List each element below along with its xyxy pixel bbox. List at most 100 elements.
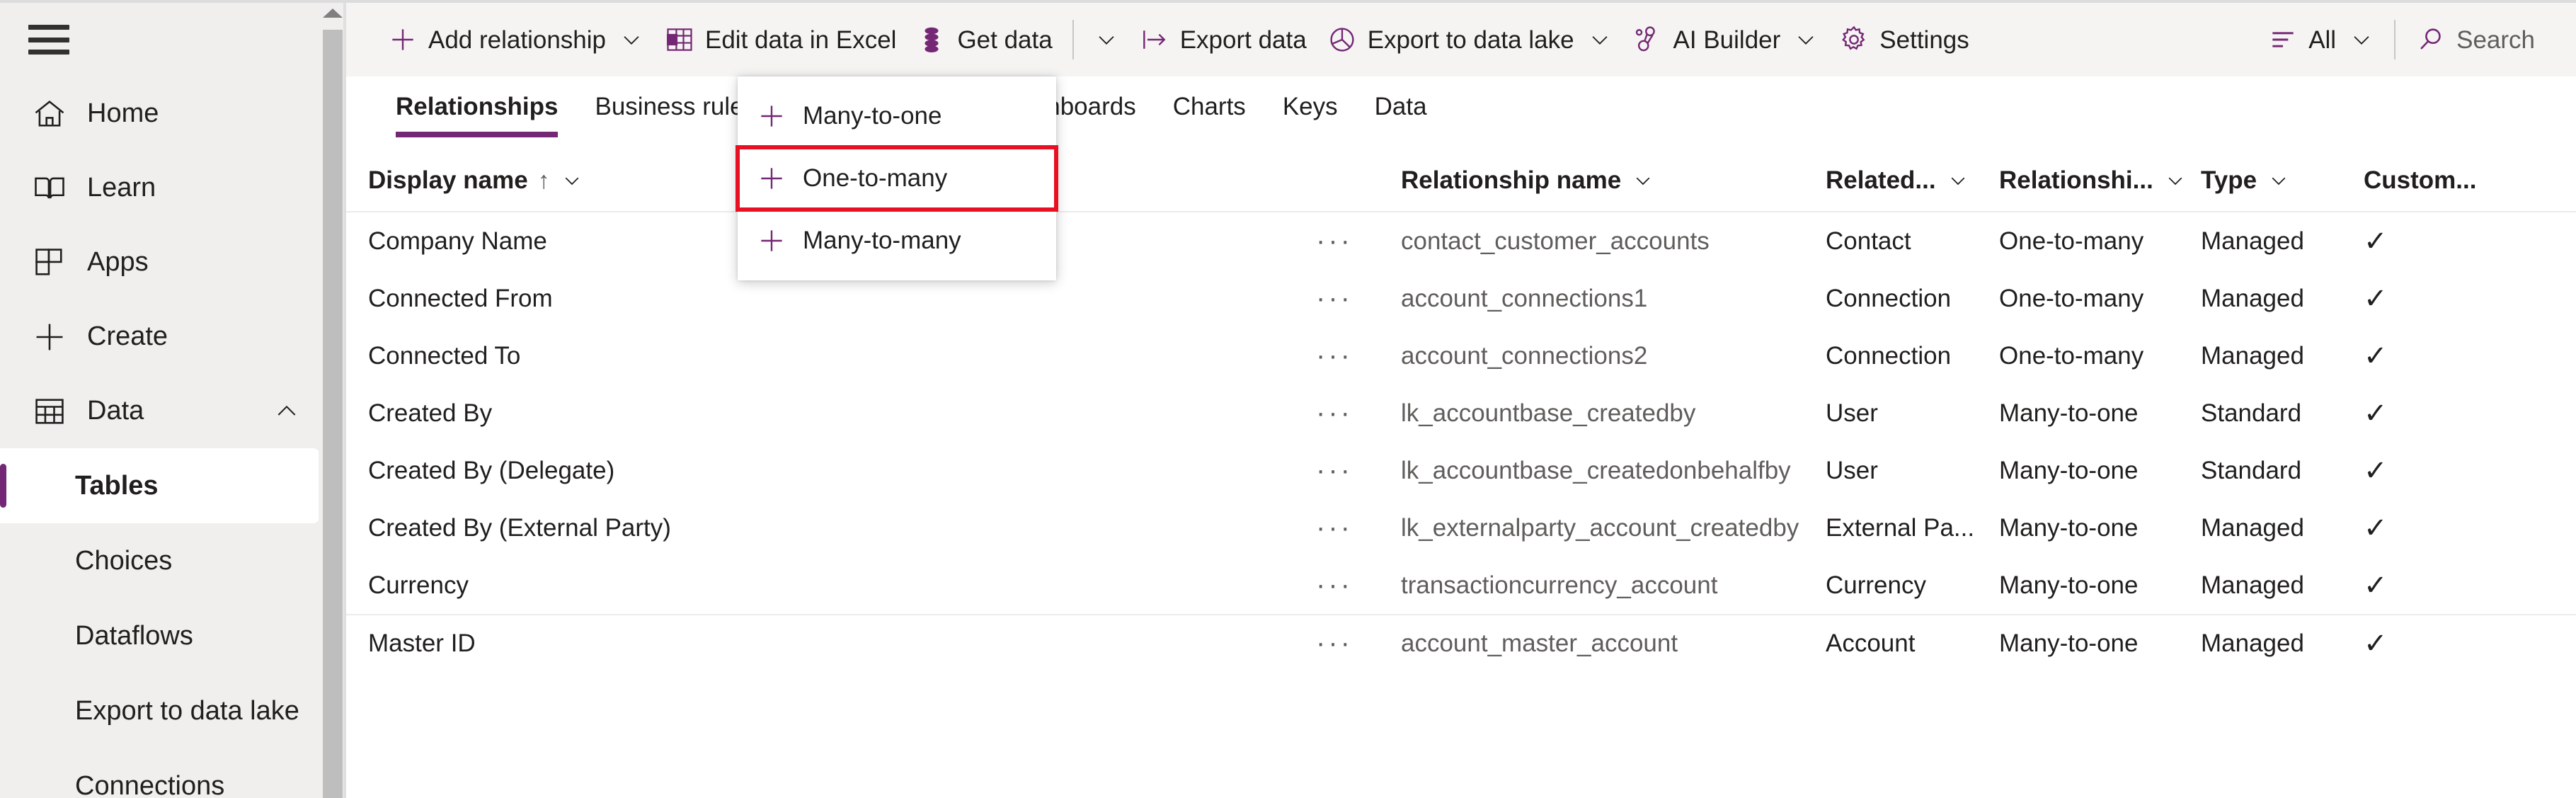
sidebar-item-learn[interactable]: Learn: [0, 151, 346, 225]
cell-relationship-type: Many-to-one: [1999, 571, 2139, 599]
column-header-label: Related...: [1826, 166, 1936, 194]
sidebar-item-label: Apps: [87, 247, 149, 277]
chevron-down-icon[interactable]: [1632, 170, 1654, 191]
column-header-custom[interactable]: Custom...: [2364, 166, 2505, 195]
add-relationship-button[interactable]: Add relationship: [377, 3, 654, 76]
grid-header-row: Display name ↑ Relationship name Related…: [346, 150, 2576, 212]
sidebar-scrollbar[interactable]: [319, 3, 346, 798]
row-overflow-menu-icon[interactable]: ···: [1316, 569, 1401, 601]
command-bar: Add relationship X Edit data in Excel Ge…: [346, 3, 2576, 76]
command-label: Export to data lake: [1367, 25, 1574, 54]
sidebar-item-connections[interactable]: Connections: [0, 748, 346, 798]
chevron-down-icon[interactable]: [619, 27, 644, 52]
row-overflow-menu-icon[interactable]: ···: [1316, 455, 1401, 486]
tab-data[interactable]: Data: [1356, 76, 1446, 137]
menu-item-one-to-many[interactable]: One-to-many: [735, 145, 1058, 212]
command-label: AI Builder: [1673, 25, 1781, 54]
sidebar-item-data[interactable]: Data: [0, 374, 346, 448]
get-data-button[interactable]: Get data: [906, 3, 1062, 76]
cell-relationship-name: account_connections1: [1401, 284, 1648, 312]
column-header-relationship-type[interactable]: Relationshi...: [1999, 166, 2201, 195]
settings-button[interactable]: Settings: [1828, 3, 1979, 76]
table-row[interactable]: Created By (Delegate) ··· lk_accountbase…: [346, 442, 2576, 499]
table-row[interactable]: Currency ··· transactioncurrency_account…: [346, 557, 2576, 614]
tab-relationships[interactable]: Relationships: [377, 76, 576, 137]
cell-type: Managed: [2201, 571, 2304, 599]
cell-related: Connection: [1826, 341, 1952, 370]
scroll-up-arrow-icon[interactable]: [322, 8, 343, 18]
menu-item-many-to-many[interactable]: Many-to-many: [738, 210, 1056, 272]
command-separator: [2394, 20, 2396, 59]
sidebar-item-label: Dataflows: [75, 620, 193, 651]
table-row[interactable]: Connected To ··· account_connections2 Co…: [346, 327, 2576, 384]
chevron-down-icon[interactable]: [2349, 27, 2374, 52]
command-label: Add relationship: [428, 25, 606, 54]
gear-icon: [1838, 24, 1870, 55]
sidebar-item-choices[interactable]: Choices: [0, 523, 346, 598]
sidebar-item-tables[interactable]: Tables: [0, 448, 320, 523]
sidebar-item-label: Learn: [87, 173, 156, 203]
table-row[interactable]: Created By (External Party) ··· lk_exter…: [346, 499, 2576, 557]
cell-type: Managed: [2201, 513, 2304, 542]
cell-custom-check-icon: ✓: [2364, 283, 2388, 314]
sidebar-item-dataflows[interactable]: Dataflows: [0, 598, 346, 673]
column-header-relationship-name[interactable]: Relationship name: [1401, 166, 1826, 195]
sidebar-item-apps[interactable]: Apps: [0, 225, 346, 300]
row-overflow-menu-icon[interactable]: ···: [1316, 397, 1401, 429]
sidebar-item-export-to-data-lake[interactable]: Export to data lake: [0, 673, 346, 748]
export-to-data-lake-button[interactable]: Export to data lake: [1317, 3, 1622, 76]
chevron-down-icon[interactable]: [1587, 27, 1613, 52]
tab-charts[interactable]: Charts: [1155, 76, 1264, 137]
chevron-down-icon[interactable]: [561, 170, 583, 191]
cell-custom-check-icon: ✓: [2364, 627, 2388, 659]
sidebar-nav-list: Home Learn Apps Create Data Tables Choic…: [0, 76, 346, 798]
column-header-type[interactable]: Type: [2201, 166, 2364, 195]
sidebar-item-label: Choices: [75, 545, 173, 576]
column-header-label: Type: [2201, 166, 2257, 194]
cell-related: User: [1826, 456, 1878, 484]
row-overflow-menu-icon[interactable]: ···: [1316, 512, 1401, 544]
chevron-down-icon[interactable]: [2268, 170, 2289, 191]
table-row[interactable]: Company Name ··· contact_customer_accoun…: [346, 212, 2576, 270]
sidebar-item-home[interactable]: Home: [0, 76, 346, 151]
search-placeholder: Search: [2456, 25, 2535, 54]
get-data-overflow-chevron[interactable]: [1084, 3, 1129, 76]
command-label: Settings: [1879, 25, 1969, 54]
scrollbar-thumb[interactable]: [323, 30, 343, 798]
row-overflow-menu-icon[interactable]: ···: [1316, 340, 1401, 372]
get-data-icon: [916, 24, 947, 55]
filter-all-button[interactable]: All: [2257, 3, 2384, 76]
edit-data-in-excel-button[interactable]: X Edit data in Excel: [654, 3, 906, 76]
table-row[interactable]: Connected From ··· account_connections1 …: [346, 270, 2576, 327]
plus-icon: [756, 101, 787, 132]
chevron-up-icon[interactable]: [273, 397, 301, 426]
row-overflow-menu-icon[interactable]: ···: [1316, 283, 1401, 314]
chevron-down-icon[interactable]: [1947, 170, 1969, 191]
chevron-down-icon[interactable]: [2165, 170, 2186, 191]
cell-display-name: Created By (External Party): [368, 513, 671, 542]
row-overflow-menu-icon[interactable]: ···: [1316, 627, 1401, 659]
cell-display-name: Created By: [368, 399, 493, 427]
table-row[interactable]: Master ID ··· account_master_account Acc…: [346, 614, 2576, 671]
row-overflow-menu-icon[interactable]: ···: [1316, 225, 1401, 257]
svg-text:X: X: [669, 34, 675, 45]
menu-item-many-to-one[interactable]: Many-to-one: [738, 85, 1056, 147]
cell-type: Managed: [2201, 341, 2304, 370]
apps-icon: [28, 241, 71, 284]
tab-keys[interactable]: Keys: [1264, 76, 1356, 137]
export-data-button[interactable]: Export data: [1129, 3, 1317, 76]
cell-relationship-name: lk_externalparty_account_createdby: [1401, 513, 1799, 542]
table-row[interactable]: Created By ··· lk_accountbase_createdby …: [346, 384, 2576, 442]
sidebar-item-label: Home: [87, 98, 159, 128]
sidebar-item-create[interactable]: Create: [0, 300, 346, 374]
search-input[interactable]: Search: [2405, 3, 2545, 76]
chevron-down-icon[interactable]: [1793, 27, 1819, 52]
column-header-related[interactable]: Related...: [1826, 166, 1999, 195]
ai-builder-button[interactable]: AI Builder: [1622, 3, 1829, 76]
cell-display-name: Connected To: [368, 341, 521, 370]
cell-relationship-name: lk_accountbase_createdonbehalfby: [1401, 456, 1791, 484]
cell-related: Connection: [1826, 284, 1952, 312]
search-icon: [2415, 24, 2446, 55]
menu-icon[interactable]: [28, 25, 69, 55]
sidebar-item-label: Connections: [75, 770, 225, 798]
